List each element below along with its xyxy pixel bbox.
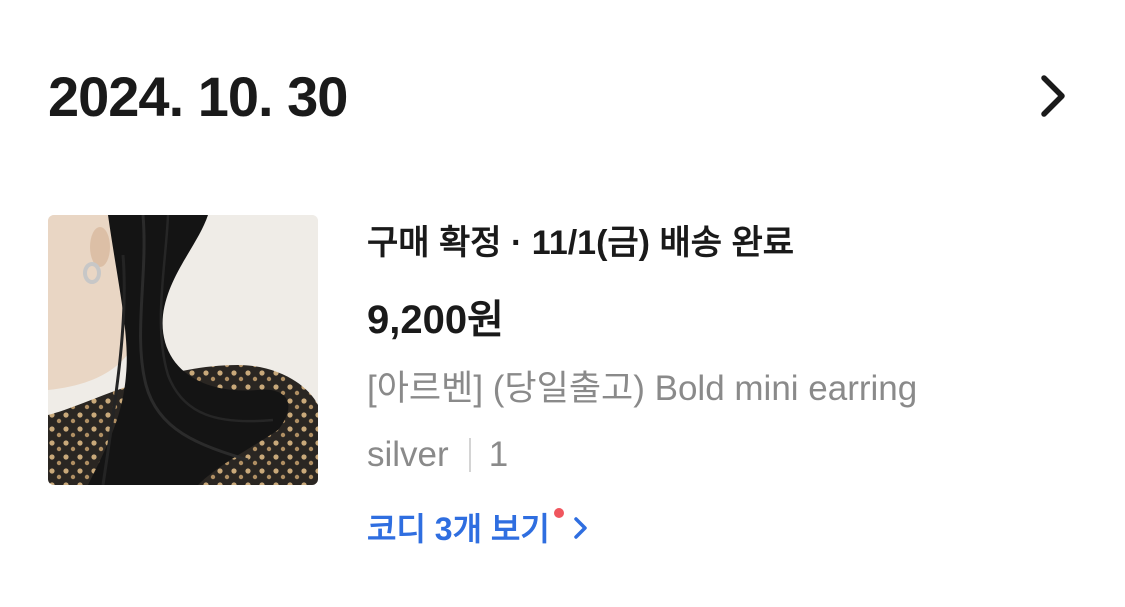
view-codi-label: 코디 3개 보기 [367, 511, 550, 547]
order-status: 구매 확정 · 11/1(금) 배송 완료 [367, 224, 795, 262]
notification-dot-icon [553, 508, 564, 518]
product-thumbnail[interactable] [48, 215, 318, 485]
chevron-right-icon [572, 505, 590, 555]
chevron-right-icon[interactable] [1030, 72, 1078, 120]
product-options: silver 1 [367, 430, 508, 480]
product-name[interactable]: [아르벤] (당일출고) Bold mini earring [367, 364, 917, 414]
option-value: silver [367, 435, 449, 474]
quantity-value: 1 [488, 435, 509, 474]
product-price: 9,200원 [367, 298, 504, 342]
order-date: 2024. 10. 30 [48, 65, 348, 128]
view-codi-link[interactable]: 코디 3개 보기 [367, 504, 590, 554]
option-divider [468, 438, 471, 472]
order-card[interactable]: 2024. 10. 30 구매 확정 · 11/1(금) 배송 완료 9,200… [0, 0, 1125, 607]
order-date-header[interactable]: 2024. 10. 30 [48, 62, 1078, 132]
